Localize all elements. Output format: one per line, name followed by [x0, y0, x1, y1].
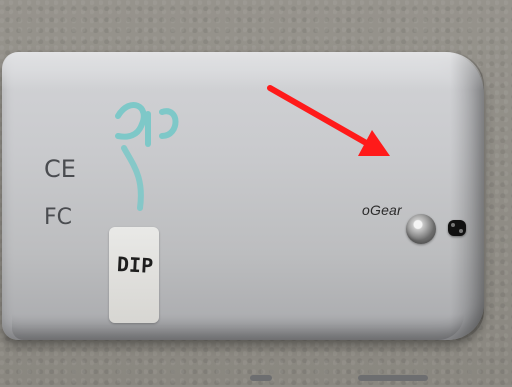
certification-marks: CE FC	[44, 155, 76, 230]
round-button[interactable]	[406, 214, 436, 244]
device-body: CE FC DIP oGear	[2, 52, 484, 381]
port-1	[250, 375, 272, 381]
sticker-label-text: DIP	[116, 252, 154, 278]
handwritten-scribble-dip	[115, 102, 179, 211]
ce-mark: CE	[44, 155, 76, 183]
brand-text: oGear	[362, 202, 402, 218]
status-led	[448, 220, 466, 236]
bottom-ports	[242, 367, 452, 387]
port-2	[358, 375, 428, 381]
fc-mark: FC	[44, 205, 72, 230]
device-bottom-edge	[12, 314, 464, 340]
sticker-label: DIP	[109, 227, 159, 323]
device-right-edge	[450, 52, 484, 340]
